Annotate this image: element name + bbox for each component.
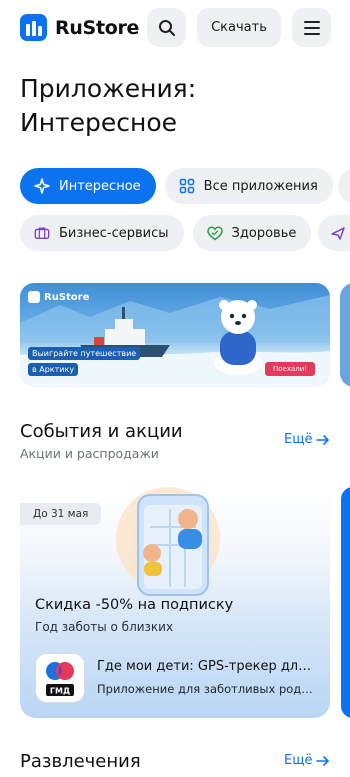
promo-subtitle: Год заботы о близких	[35, 620, 174, 634]
banner-caption-line1: Выиграйте путешествие	[28, 347, 141, 360]
arrow-right-icon	[316, 755, 330, 766]
events-more-label: Ещё	[284, 432, 313, 447]
chip-partial-travel[interactable]	[318, 215, 350, 251]
banner-brand: RuStore	[28, 291, 89, 303]
menu-button[interactable]	[292, 8, 331, 47]
chip-partial[interactable]	[338, 168, 350, 204]
chip-label: Здоровье	[231, 225, 297, 241]
download-button[interactable]: Скачать	[197, 8, 281, 47]
chip-all-apps[interactable]: Все приложения	[164, 168, 333, 204]
banner-brand-text: RuStore	[44, 291, 90, 303]
banner-cta-button[interactable]: Поехали!	[265, 362, 316, 376]
promo-card-next-partial[interactable]	[341, 487, 350, 718]
chip-business[interactable]: Бизнес-сервисы	[20, 215, 184, 251]
rustore-logo-icon	[20, 14, 47, 41]
entertainment-more-label: Ещё	[284, 753, 313, 768]
chip-label: Интересное	[59, 178, 141, 194]
grid-icon	[179, 178, 195, 194]
chip-interesting[interactable]: Интересное	[20, 168, 156, 204]
entertainment-more-link[interactable]: Ещё	[284, 753, 330, 768]
app-icon-label: ГМД	[50, 687, 70, 696]
plane-icon	[331, 227, 345, 240]
brand-name: RuStore	[55, 16, 140, 39]
events-section-title: События и акции	[20, 421, 183, 442]
header: RuStore Скачать	[0, 0, 350, 56]
events-section-subtitle: Акции и распродажи	[20, 446, 159, 461]
page-title: Приложения: Интересное	[20, 74, 197, 137]
chip-label: Все приложения	[203, 178, 318, 194]
chip-health[interactable]: Здоровье	[192, 215, 312, 251]
sparkle-icon	[34, 178, 50, 194]
category-chips-row-2: Бизнес-сервисы Здоровье	[20, 215, 312, 251]
rustore-small-logo-icon	[28, 291, 40, 303]
arrow-right-icon	[316, 434, 330, 445]
banner-next-partial[interactable]	[340, 283, 350, 387]
promo-app-description: Приложение для заботливых родителей	[97, 682, 317, 696]
promo-banner-arctic[interactable]: RuStore Выиграйте путешествие в Арктику …	[20, 283, 330, 387]
search-icon	[158, 19, 175, 36]
chip-label: Бизнес-сервисы	[59, 225, 169, 241]
rustore-logo[interactable]: RuStore	[20, 14, 139, 41]
entertainment-section-title: Развлечения	[20, 751, 141, 772]
banner-caption-line2: в Арктику	[28, 363, 79, 376]
menu-icon	[303, 20, 320, 35]
app-icon-gmd[interactable]: ГМД	[35, 653, 85, 703]
search-button[interactable]	[147, 8, 186, 47]
promo-date-badge: До 31 мая	[20, 503, 102, 525]
briefcase-icon	[34, 225, 50, 241]
category-chips-row-1: Интересное Все приложения	[20, 168, 333, 204]
promo-headline: Скидка -50% на подписку	[35, 597, 234, 613]
banner-caption: Выиграйте путешествие в Арктику	[28, 347, 141, 376]
promo-card[interactable]: До 31 мая Скидка -50% на подписку Год за…	[20, 487, 330, 718]
events-more-link[interactable]: Ещё	[284, 432, 330, 447]
promo-app-name: Где мои дети: GPS-трекер для детей	[97, 659, 317, 674]
gmd-logo-icon: ГМД	[46, 662, 74, 696]
heart-icon	[206, 225, 223, 241]
